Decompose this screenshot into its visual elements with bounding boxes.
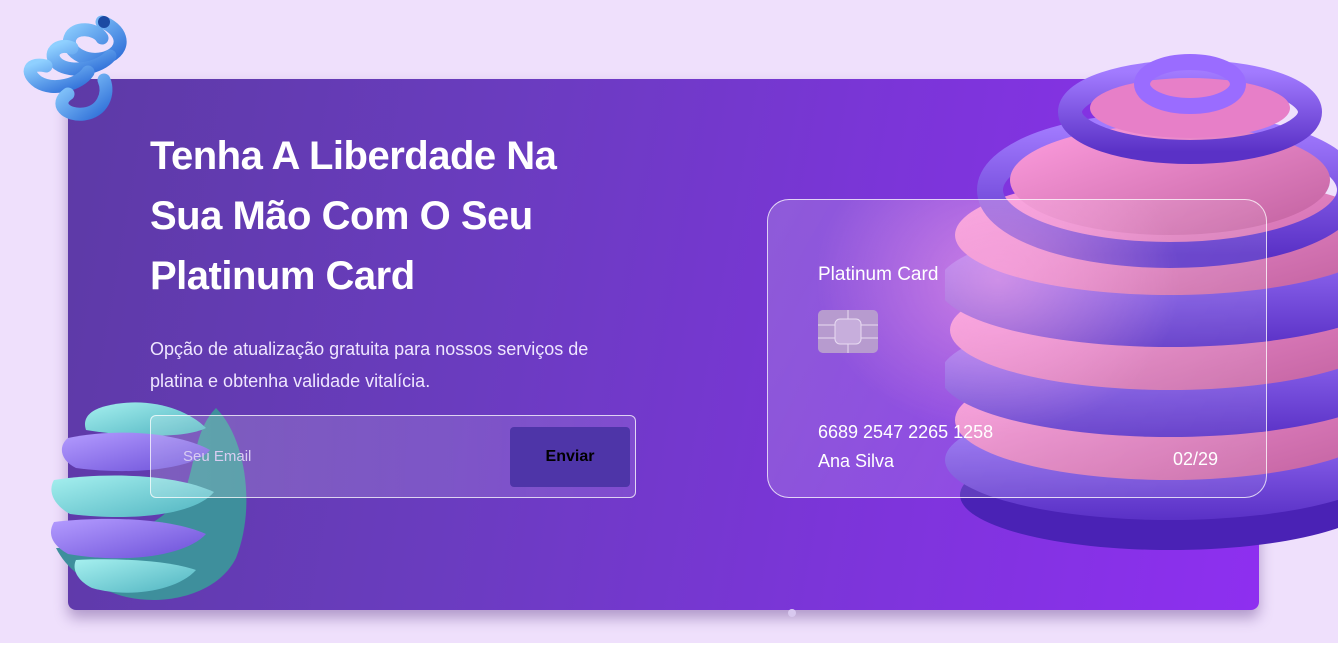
- platinum-card: Platinum Card 6689 2547 2265 1258 Ana Si…: [767, 199, 1267, 498]
- email-signup-form: Enviar: [150, 415, 636, 498]
- card-holder-name: Ana Silva: [818, 451, 895, 471]
- card-expiry-date: 02/29: [1172, 449, 1218, 469]
- card-title: Platinum Card: [818, 264, 939, 285]
- hero-subtitle: Opção de atualização gratuita para nosso…: [150, 339, 589, 391]
- card-chip-icon: [818, 310, 878, 353]
- spring-decoration-icon: [23, 15, 127, 121]
- send-button[interactable]: Enviar: [510, 427, 630, 487]
- card-number: 6689 2547 2265 1258: [818, 422, 994, 442]
- carousel-indicator[interactable]: [788, 609, 796, 617]
- hero-headline: Tenha A Liberdade Na Sua Mão Com O Seu P…: [150, 134, 557, 298]
- email-input[interactable]: [171, 436, 495, 476]
